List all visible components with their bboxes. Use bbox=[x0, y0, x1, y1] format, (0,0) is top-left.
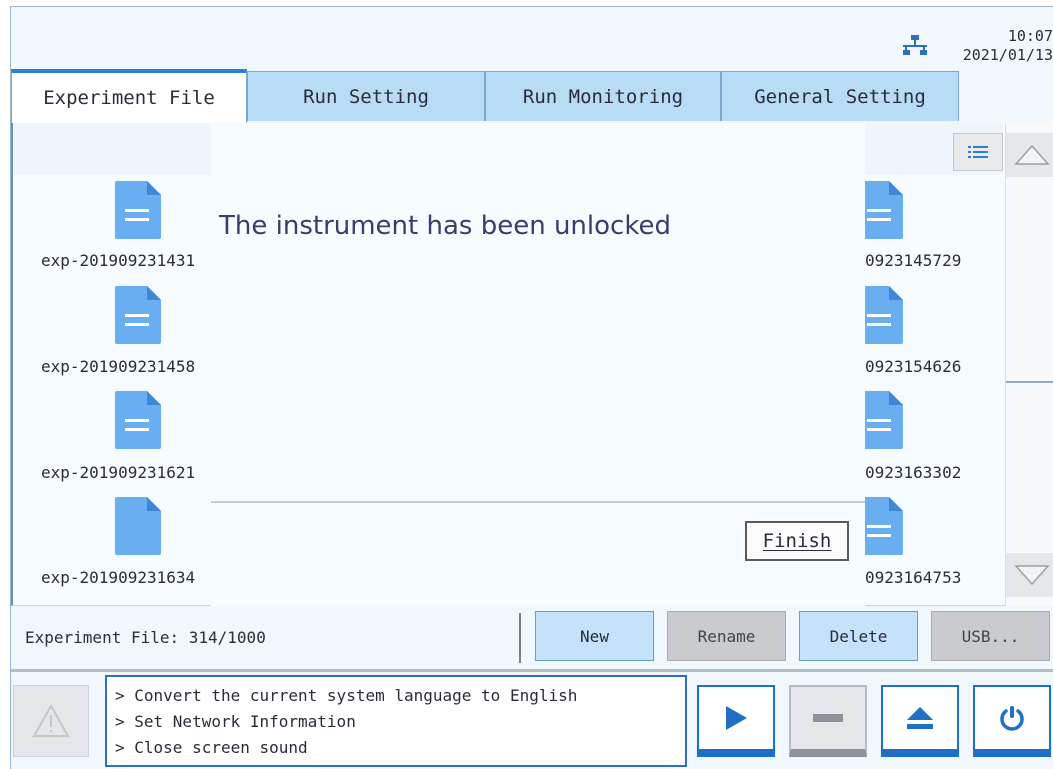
scroll-up-button[interactable] bbox=[1006, 133, 1053, 177]
file-name: exp-201909231431 bbox=[41, 251, 196, 270]
chevron-down-icon bbox=[1013, 565, 1050, 586]
dialog-divider bbox=[211, 501, 865, 503]
action-bar: Experiment File: 314/1000 New Rename Del… bbox=[11, 607, 1053, 669]
power-button[interactable] bbox=[973, 685, 1051, 757]
scrollbar[interactable] bbox=[1005, 123, 1053, 606]
file-name: 0923154626 bbox=[865, 357, 962, 376]
tab-run-monitoring[interactable]: Run Monitoring bbox=[485, 71, 721, 121]
tab-general-setting[interactable]: General Setting bbox=[721, 71, 959, 121]
stop-button[interactable] bbox=[789, 685, 867, 757]
network-icon bbox=[903, 35, 927, 57]
file-name: 0923163302 bbox=[865, 463, 962, 482]
file-name: exp-201909231458 bbox=[41, 357, 196, 376]
unlock-dialog: The instrument has been unlocked Finish bbox=[211, 123, 865, 618]
run-button[interactable] bbox=[697, 685, 775, 757]
warning-icon bbox=[32, 703, 70, 737]
file-name: 0923145729 bbox=[865, 251, 962, 270]
usb-label: USB... bbox=[961, 626, 1020, 646]
rename-button[interactable]: Rename bbox=[667, 611, 786, 661]
bottom-divider bbox=[11, 669, 1053, 672]
tab-label: Run Monitoring bbox=[522, 85, 684, 108]
tab-run-setting[interactable]: Run Setting bbox=[247, 71, 485, 121]
finish-button[interactable]: Finish bbox=[745, 521, 849, 561]
list-icon bbox=[968, 146, 988, 158]
message-line: > Set Network Information bbox=[115, 712, 356, 731]
scroll-thumb[interactable] bbox=[1006, 183, 1053, 383]
eject-icon bbox=[907, 707, 933, 729]
eject-button[interactable] bbox=[881, 685, 959, 757]
list-view-button[interactable] bbox=[953, 133, 1003, 171]
tab-experiment-file[interactable]: Experiment File bbox=[11, 69, 247, 123]
message-log: > Convert the current system language to… bbox=[105, 675, 687, 767]
tab-label: Run Setting bbox=[303, 85, 429, 108]
play-icon bbox=[726, 706, 747, 730]
message-line: > Close screen sound bbox=[115, 738, 308, 757]
rename-label: Rename bbox=[697, 626, 756, 646]
minus-icon bbox=[813, 714, 843, 722]
tab-label: General Setting bbox=[754, 85, 926, 108]
chevron-up-icon bbox=[1013, 144, 1050, 165]
delete-button[interactable]: Delete bbox=[799, 611, 918, 661]
time-text: 10:07 bbox=[1007, 27, 1053, 45]
main-screen: 10:07 2021/01/13 Experiment File Run Set… bbox=[10, 6, 1053, 769]
document-icon bbox=[115, 181, 161, 239]
action-divider bbox=[519, 613, 521, 663]
power-icon bbox=[1000, 706, 1024, 731]
document-icon bbox=[115, 391, 161, 449]
document-icon bbox=[115, 497, 161, 555]
warning-button[interactable] bbox=[13, 685, 89, 757]
date-text: 2021/01/13 bbox=[962, 46, 1053, 64]
file-name: 0923164753 bbox=[865, 568, 962, 587]
document-icon bbox=[115, 286, 161, 344]
dialog-message: The instrument has been unlocked bbox=[219, 211, 671, 241]
delete-label: Delete bbox=[829, 626, 888, 646]
file-count-label: Experiment File: 314/1000 bbox=[25, 628, 266, 647]
tab-label: Experiment File bbox=[43, 87, 215, 109]
main-tabs: Experiment File Run Setting Run Monitori… bbox=[11, 69, 1053, 123]
usb-button[interactable]: USB... bbox=[931, 611, 1050, 661]
new-label: New bbox=[580, 626, 609, 646]
file-name: exp-201909231621 bbox=[41, 463, 196, 482]
finish-label: Finish bbox=[762, 530, 832, 552]
clock: 10:07 2021/01/13 bbox=[963, 27, 1053, 65]
file-name: exp-201909231634 bbox=[41, 568, 196, 587]
new-button[interactable]: New bbox=[535, 611, 654, 661]
message-line: > Convert the current system language to… bbox=[115, 686, 578, 705]
scroll-down-button[interactable] bbox=[1006, 553, 1053, 597]
